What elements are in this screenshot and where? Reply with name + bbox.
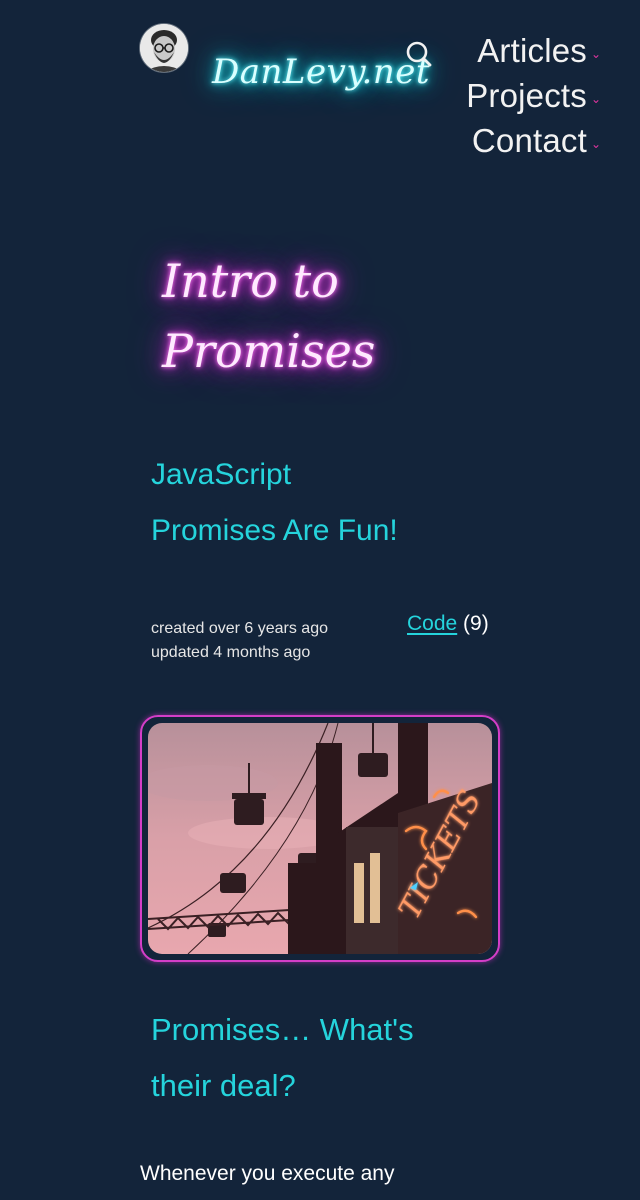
article-subtitle: Promises Are Fun! [151,514,398,547]
avatar-photo [140,24,188,72]
hero-image-frame: TICKETS [140,715,500,962]
page-title-line: Promises [162,324,376,378]
body-paragraph: Whenever you execute any [140,1162,395,1185]
search-button[interactable] [402,38,436,72]
nav-item-label: Projects [466,76,587,114]
hero-illustration: TICKETS [148,723,492,954]
category-count: (9) [463,612,489,635]
main-nav: Articles ⌄ Projects ⌄ Contact ⌄ [466,28,602,163]
nav-item-contact[interactable]: Contact ⌄ [472,118,602,163]
chevron-down-icon: ⌄ [590,136,602,151]
chevron-down-icon: ⌄ [590,91,602,106]
nav-item-label: Articles [477,31,587,69]
page-title: Intro to Promises [162,246,462,386]
section-heading-line: Promises… What's [151,1012,414,1047]
updated-date: updated 4 months ago [151,644,311,661]
nav-item-projects[interactable]: Projects ⌄ [466,73,602,118]
hero-image: TICKETS [148,723,492,954]
category-link[interactable]: Code [407,612,457,635]
section-heading-line: their deal? [151,1068,296,1103]
chevron-down-icon: ⌄ [590,46,602,61]
page-title-line: Intro to [162,254,339,308]
avatar[interactable] [140,24,188,72]
nav-item-articles[interactable]: Articles ⌄ [477,28,602,73]
site-logo[interactable]: DanLevy.net [212,52,430,92]
category-tag: Code (9) [407,612,489,636]
article-subtitle: JavaScript [151,458,292,491]
section-heading: Promises… What's their deal? [151,1002,491,1114]
created-date: created over 6 years ago [151,620,328,637]
search-icon [406,41,432,67]
article-meta: created over 6 years ago updated 4 month… [151,617,328,665]
nav-item-label: Contact [471,121,587,159]
